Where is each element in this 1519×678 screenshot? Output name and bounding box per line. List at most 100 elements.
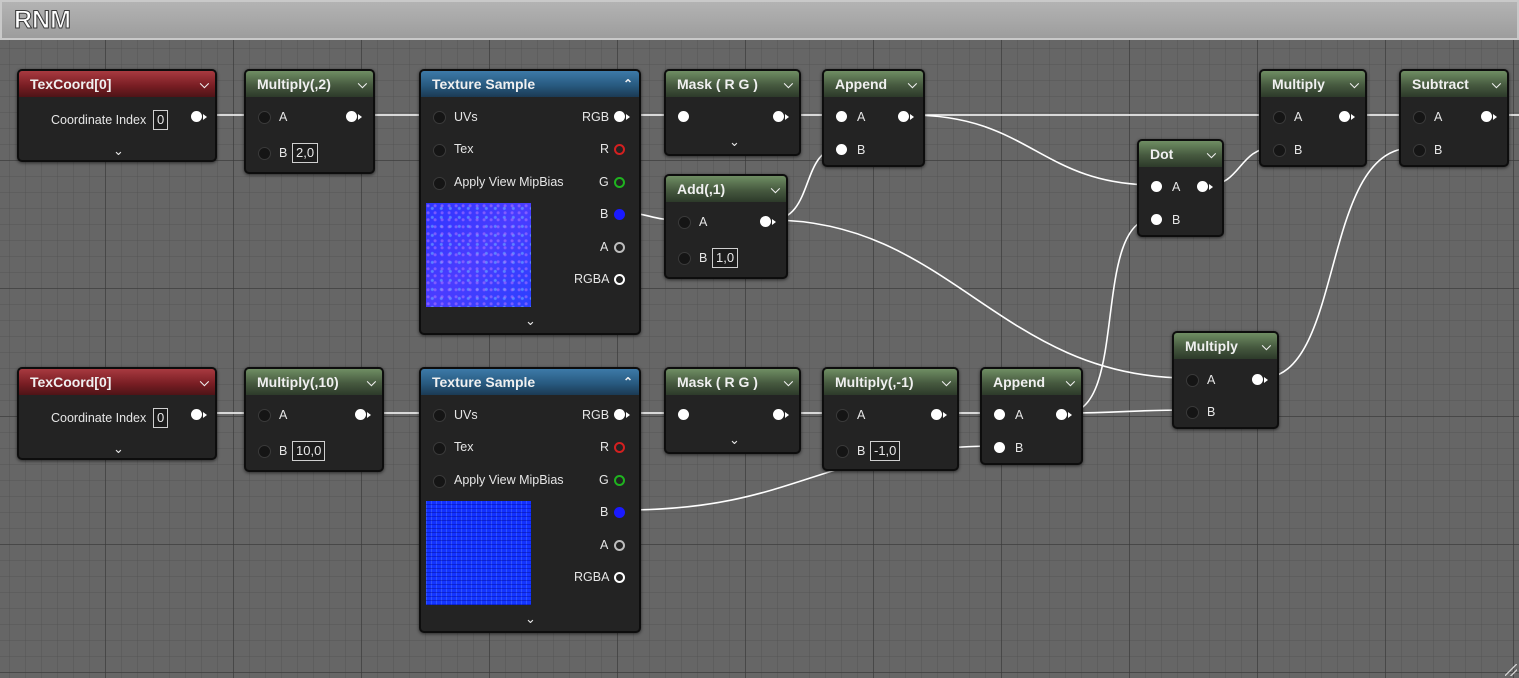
input-pin-a[interactable] [836,111,847,122]
chevron-down-icon[interactable]: ⌵ [367,369,376,395]
chevron-up-icon[interactable]: ⌃ [623,71,633,97]
input-pin-b[interactable] [994,442,1005,453]
input-pin-mipbias[interactable] [433,475,446,488]
input-pin-uvs[interactable] [433,409,446,422]
resize-grip-icon[interactable] [1505,664,1517,676]
texcoord-node-bottom[interactable]: TexCoord[0] ⌵ Coordinate Index 0 ⌄ [17,367,217,460]
output-pin-r[interactable] [614,144,625,155]
node-header[interactable]: Multiply ⌵ [1261,71,1365,97]
output-pin-b[interactable] [614,507,625,518]
texture-sample-node-top[interactable]: Texture Sample ⌃ UVs Tex Apply View MipBi… [419,69,641,335]
input-pin-b[interactable] [1413,144,1426,157]
output-pin[interactable] [931,409,942,420]
output-pin[interactable] [773,409,784,420]
output-pin-g[interactable] [614,475,625,486]
input-pin-a[interactable] [994,409,1005,420]
chevron-down-icon[interactable]: ⌵ [358,71,367,97]
coordinate-index-value[interactable]: 0 [153,110,169,130]
output-pin[interactable] [1197,181,1208,192]
chevron-down-icon[interactable]: ⌵ [784,369,793,395]
node-header[interactable]: Texture Sample ⌃ [421,71,639,97]
texcoord-node-top[interactable]: TexCoord[0] ⌵ Coordinate Index 0 ⌄ [17,69,217,162]
output-pin[interactable] [773,111,784,122]
output-pin[interactable] [1252,374,1263,385]
output-pin[interactable] [191,409,202,420]
append-node-top[interactable]: Append ⌵ A B [822,69,925,167]
output-pin-b[interactable] [614,209,625,220]
mask-rg-node-bottom[interactable]: Mask ( R G ) ⌵ ⌄ [664,367,801,454]
input-pin-tex[interactable] [433,442,446,455]
output-pin-r[interactable] [614,442,625,453]
expand-chevron-icon[interactable]: ⌄ [729,134,740,150]
input-pin[interactable] [678,111,689,122]
node-header[interactable]: Multiply(,2) ⌵ [246,71,373,97]
node-header[interactable]: Append ⌵ [824,71,923,97]
node-header[interactable]: Mask ( R G ) ⌵ [666,369,799,395]
input-pin-b[interactable] [1186,406,1199,419]
input-pin-b[interactable] [678,252,691,265]
multiply-node-mid[interactable]: Multiply ⌵ A B [1172,331,1279,429]
chevron-down-icon[interactable]: ⌵ [784,71,793,97]
node-header[interactable]: Multiply(,-1) ⌵ [824,369,957,395]
node-header[interactable]: TexCoord[0] ⌵ [19,71,215,97]
input-pin-b[interactable] [836,144,847,155]
input-pin-tex[interactable] [433,144,446,157]
node-header[interactable]: TexCoord[0] ⌵ [19,369,215,395]
chevron-down-icon[interactable]: ⌵ [1492,71,1501,97]
output-pin[interactable] [1056,409,1067,420]
multiply-node-neg1[interactable]: Multiply(,-1) ⌵ A B -1,0 [822,367,959,471]
expand-chevron-icon[interactable]: ⌄ [729,432,740,448]
chevron-down-icon[interactable]: ⌵ [200,369,209,395]
input-pin-a[interactable] [1151,181,1162,192]
multiply-node-2[interactable]: Multiply(,2) ⌵ A B 2,0 [244,69,375,174]
b-value-field[interactable]: 10,0 [292,441,326,461]
output-pin[interactable] [760,216,771,227]
chevron-up-icon[interactable]: ⌃ [623,369,633,395]
output-pin[interactable] [346,111,357,122]
output-pin-rgb[interactable] [614,409,625,420]
output-pin-rgb[interactable] [614,111,625,122]
input-pin-a[interactable] [1273,111,1286,124]
chevron-down-icon[interactable]: ⌵ [1066,369,1075,395]
output-pin-rgba[interactable] [614,274,625,285]
output-pin[interactable] [1481,111,1492,122]
node-header[interactable]: Dot ⌵ [1139,141,1222,167]
chevron-down-icon[interactable]: ⌵ [771,176,780,202]
subtract-node[interactable]: Subtract ⌵ A B [1399,69,1509,167]
chevron-down-icon[interactable]: ⌵ [1262,333,1271,359]
chevron-down-icon[interactable]: ⌵ [942,369,951,395]
node-header[interactable]: Add(,1) ⌵ [666,176,786,202]
chevron-down-icon[interactable]: ⌵ [1207,141,1216,167]
expand-chevron-icon[interactable]: ⌄ [525,313,536,329]
texture-sample-node-bottom[interactable]: Texture Sample ⌃ UVs Tex Apply View MipBi… [419,367,641,633]
expand-chevron-icon[interactable]: ⌄ [113,143,124,159]
input-pin-a[interactable] [836,409,849,422]
append-node-bottom[interactable]: Append ⌵ A B [980,367,1083,465]
multiply-node-10[interactable]: Multiply(,10) ⌵ A B 10,0 [244,367,384,472]
output-pin[interactable] [191,111,202,122]
add-node[interactable]: Add(,1) ⌵ A B 1,0 [664,174,788,279]
node-header[interactable]: Subtract ⌵ [1401,71,1507,97]
mask-rg-node-top[interactable]: Mask ( R G ) ⌵ ⌄ [664,69,801,156]
chevron-down-icon[interactable]: ⌵ [200,71,209,97]
input-pin-a[interactable] [1413,111,1426,124]
b-value-field[interactable]: -1,0 [870,441,901,461]
node-header[interactable]: Mask ( R G ) ⌵ [666,71,799,97]
output-pin-a[interactable] [614,242,625,253]
b-value-field[interactable]: 1,0 [712,248,739,268]
node-header[interactable]: Texture Sample ⌃ [421,369,639,395]
b-value-field[interactable]: 2,0 [292,143,319,163]
expand-chevron-icon[interactable]: ⌄ [113,441,124,457]
input-pin-a[interactable] [1186,374,1199,387]
output-pin[interactable] [355,409,366,420]
output-pin-rgba[interactable] [614,572,625,583]
input-pin-a[interactable] [258,111,271,124]
input-pin-b[interactable] [1151,214,1162,225]
input-pin-a[interactable] [258,409,271,422]
output-pin-g[interactable] [614,177,625,188]
coordinate-index-value[interactable]: 0 [153,408,169,428]
input-pin-b[interactable] [258,445,271,458]
node-header[interactable]: Multiply ⌵ [1174,333,1277,359]
input-pin[interactable] [678,409,689,420]
output-pin[interactable] [1339,111,1350,122]
